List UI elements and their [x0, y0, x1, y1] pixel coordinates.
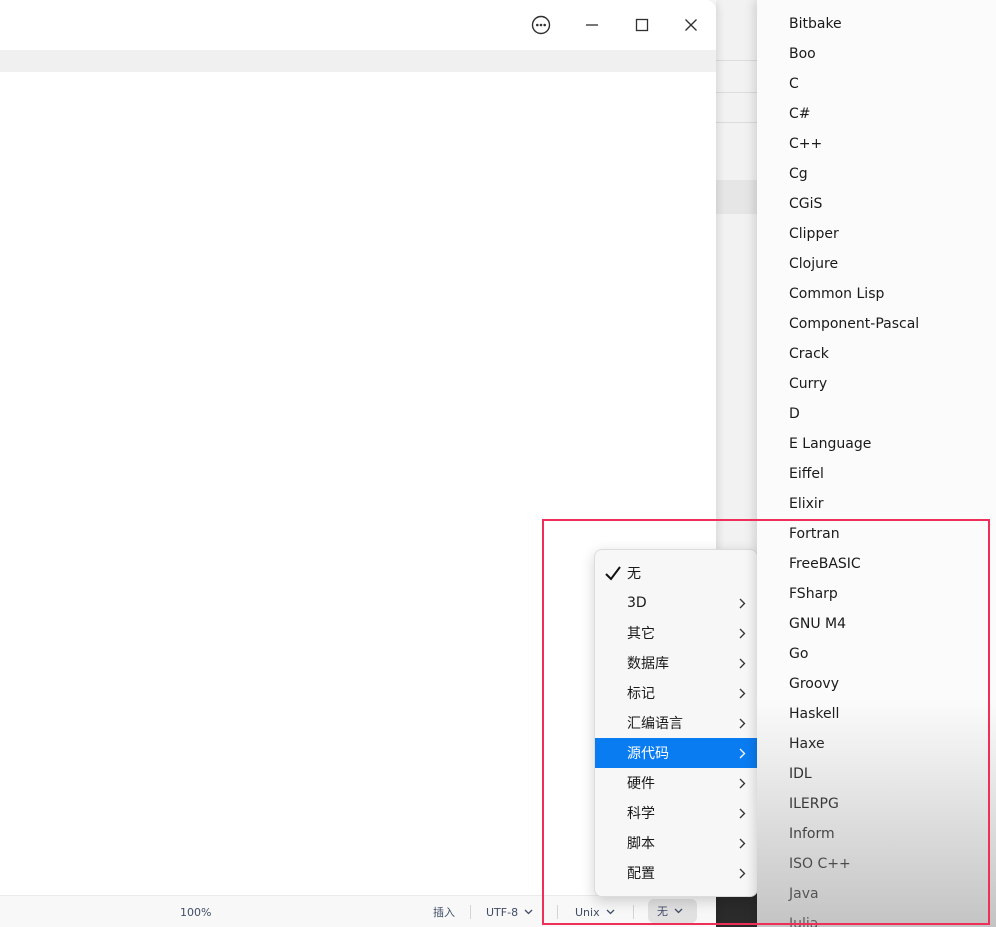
language-item[interactable]: Haskell [789, 699, 839, 729]
minimize-icon [586, 24, 598, 26]
menu-item-none[interactable]: 无 [595, 558, 757, 588]
status-bar: 100% 插入 UTF-8 Unix 无 [0, 895, 716, 927]
menu-item-assembly[interactable]: 汇编语言 [595, 708, 757, 738]
language-item[interactable]: Haxe [789, 729, 825, 759]
source-code-submenu: Bitbake Boo C C# C++ Cg CGiS Clipper Clo… [757, 0, 996, 927]
language-item[interactable]: Fortran [789, 519, 840, 549]
close-button[interactable] [676, 10, 706, 40]
menu-item-database[interactable]: 数据库 [595, 648, 757, 678]
language-item[interactable]: Eiffel [789, 459, 824, 489]
language-item[interactable]: FSharp [789, 579, 838, 609]
chevron-right-icon [739, 627, 746, 643]
maximize-button[interactable] [627, 10, 657, 40]
language-item[interactable]: E Language [789, 429, 871, 459]
menu-item-label: 脚本 [627, 836, 655, 852]
language-item[interactable]: IDL [789, 759, 812, 789]
chevron-right-icon [739, 747, 746, 763]
maximize-icon [635, 18, 649, 32]
menu-item-label: 标记 [627, 686, 655, 702]
chevron-right-icon [739, 687, 746, 703]
line-ending-label: Unix [575, 905, 600, 919]
language-item[interactable]: Go [789, 639, 808, 669]
close-icon [685, 19, 697, 31]
titlebar [0, 0, 716, 50]
language-item[interactable]: CGiS [789, 189, 822, 219]
language-item[interactable]: ISO C++ [789, 849, 851, 879]
background-divider [716, 92, 758, 93]
chevron-right-icon [739, 717, 746, 733]
status-divider [470, 905, 471, 919]
menu-item-other[interactable]: 其它 [595, 618, 757, 648]
menu-item-label: 硬件 [627, 776, 655, 792]
chevron-right-icon [739, 837, 746, 853]
language-item[interactable]: Groovy [789, 669, 839, 699]
language-item[interactable]: Crack [789, 339, 829, 369]
menu-item-config[interactable]: 配置 [595, 858, 757, 888]
language-item[interactable]: Elixir [789, 489, 824, 519]
encoding-selector[interactable]: UTF-8 [486, 896, 533, 927]
language-item[interactable]: Common Lisp [789, 279, 884, 309]
syntax-highlight-selector[interactable]: 无 [648, 899, 697, 923]
language-item[interactable]: C# [789, 99, 811, 129]
menu-item-hardware[interactable]: 硬件 [595, 768, 757, 798]
menu-item-label: 源代码 [627, 746, 669, 762]
menu-item-3d[interactable]: 3D [595, 588, 757, 618]
status-divider [557, 905, 558, 919]
insert-mode-indicator: 插入 [433, 906, 455, 919]
menu-item-source-code[interactable]: 源代码 [595, 738, 757, 768]
chevron-down-icon [674, 908, 683, 914]
highlight-category-menu: 无 3D 其它 数据库 标记 汇编语言 源代码 硬件 科学 脚本 配置 [594, 549, 758, 897]
language-item[interactable]: Java [789, 879, 819, 909]
chevron-right-icon [739, 777, 746, 793]
language-item[interactable]: Component-Pascal [789, 309, 919, 339]
line-ending-selector[interactable]: Unix [575, 896, 615, 927]
language-item[interactable]: Bitbake [789, 9, 842, 39]
background-divider [716, 122, 758, 123]
chevron-right-icon [739, 867, 746, 883]
menu-item-label: 3D [627, 595, 647, 611]
status-divider [633, 905, 634, 919]
syntax-highlight-label: 无 [657, 905, 668, 918]
language-item[interactable]: Inform [789, 819, 835, 849]
menu-item-label: 其它 [627, 626, 655, 642]
menu-item-label: 无 [627, 566, 641, 582]
language-item[interactable]: ILERPG [789, 789, 839, 819]
chevron-right-icon [739, 597, 746, 613]
menu-item-label: 数据库 [627, 656, 669, 672]
language-item[interactable]: Clojure [789, 249, 838, 279]
chevron-right-icon [739, 657, 746, 673]
chevron-down-icon [524, 909, 533, 915]
language-item[interactable]: D [789, 399, 800, 429]
language-item[interactable]: Boo [789, 39, 816, 69]
language-item[interactable]: C++ [789, 129, 822, 159]
more-icon [531, 15, 551, 35]
language-item[interactable]: Clipper [789, 219, 839, 249]
minimize-button[interactable] [577, 10, 607, 40]
background-strip [716, 180, 758, 214]
menu-item-science[interactable]: 科学 [595, 798, 757, 828]
background-divider [716, 60, 758, 61]
tab-bar [0, 50, 716, 72]
language-item[interactable]: Cg [789, 159, 808, 189]
language-item[interactable]: FreeBASIC [789, 549, 861, 579]
chevron-down-icon [606, 909, 615, 915]
menu-item-scripts[interactable]: 脚本 [595, 828, 757, 858]
encoding-label: UTF-8 [486, 905, 519, 919]
zoom-level: 100% [180, 905, 212, 919]
menu-item-label: 配置 [627, 866, 655, 882]
menu-item-label: 汇编语言 [627, 716, 683, 732]
menu-item-markup[interactable]: 标记 [595, 678, 757, 708]
checkmark-icon [604, 565, 622, 585]
language-item[interactable]: C [789, 69, 799, 99]
language-item[interactable]: GNU M4 [789, 609, 846, 639]
menu-item-label: 科学 [627, 806, 655, 822]
language-item[interactable]: Julia [789, 909, 818, 927]
chevron-right-icon [739, 807, 746, 823]
language-item[interactable]: Curry [789, 369, 827, 399]
more-options-button[interactable] [526, 10, 556, 40]
